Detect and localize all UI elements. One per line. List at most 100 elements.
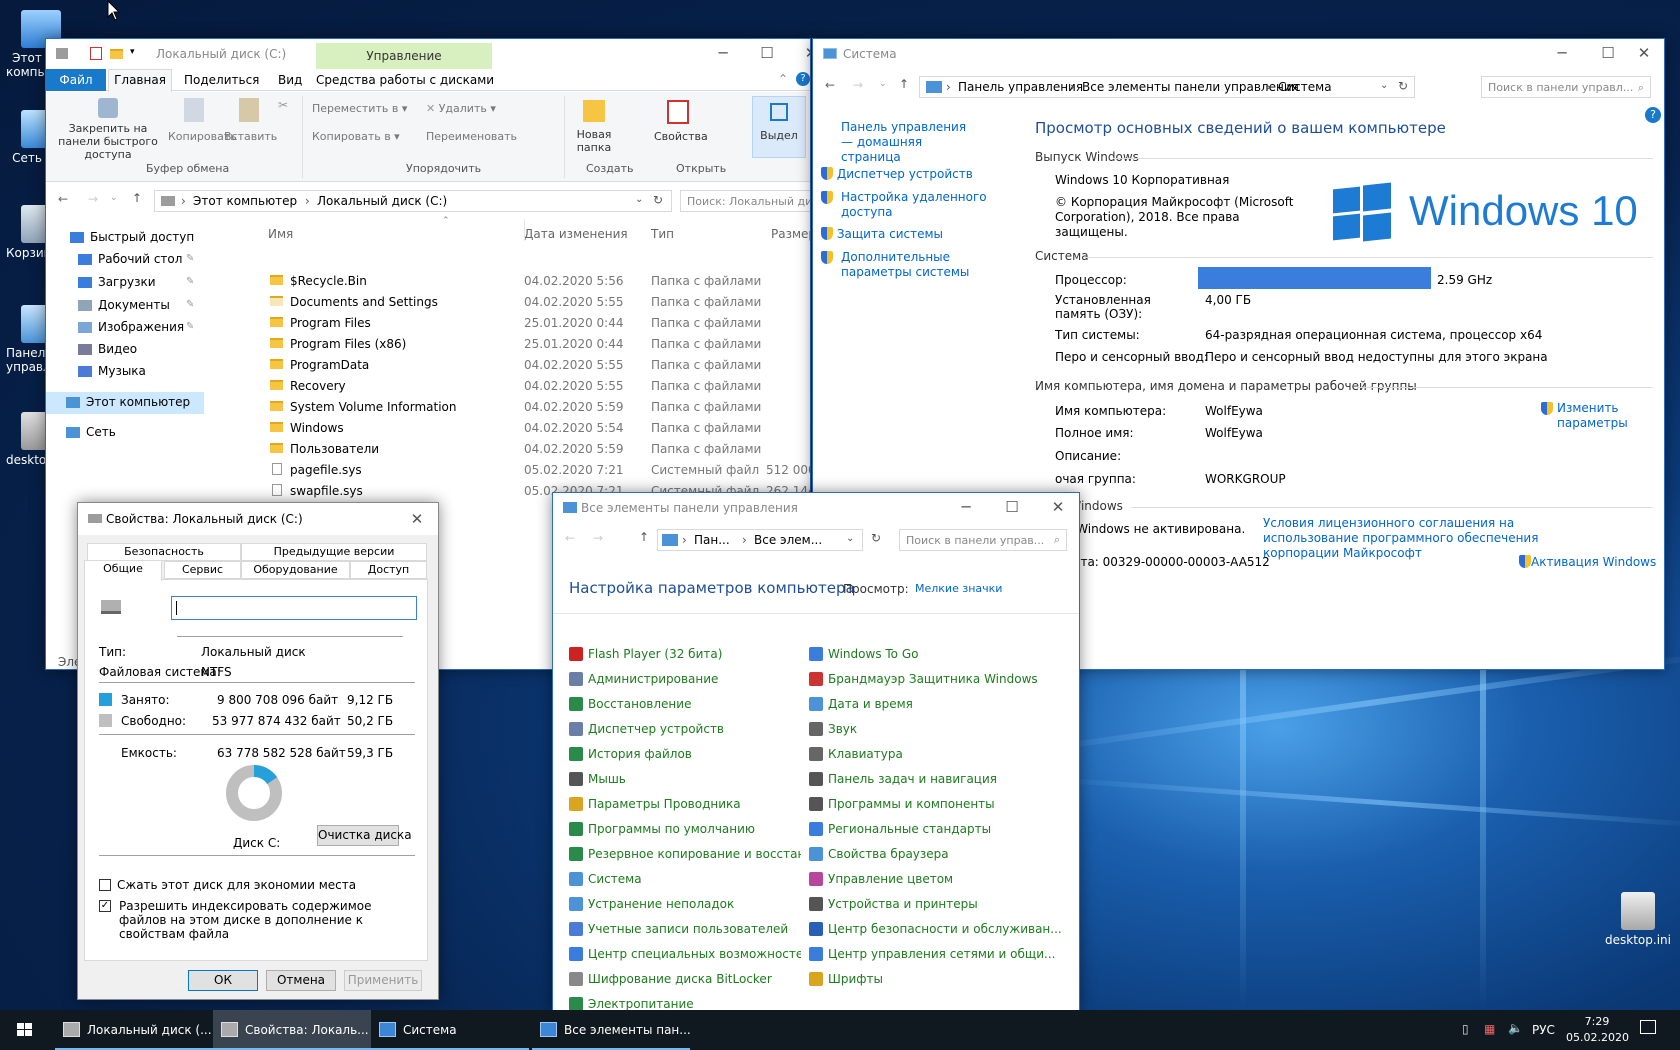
copy-button[interactable]: Копировать bbox=[168, 98, 237, 143]
breadcrumb-drive-c[interactable]: Локальный диск (C:) bbox=[317, 194, 447, 208]
back-icon[interactable]: ← bbox=[825, 78, 835, 92]
compress-checkbox[interactable] bbox=[99, 879, 111, 891]
volume-icon[interactable]: 🔈 bbox=[1508, 1021, 1523, 1035]
taskbar-item-properties[interactable]: Свойства: Локаль... bbox=[213, 1010, 371, 1050]
recent-chevron-icon[interactable]: ⌄ bbox=[879, 79, 887, 89]
tab-drive-tools[interactable]: Средства работы с дисками bbox=[316, 73, 494, 87]
tab-tools[interactable]: Сервис bbox=[164, 561, 241, 579]
properties-icon[interactable] bbox=[90, 47, 102, 60]
move-to-button[interactable]: Переместить в ▾ bbox=[312, 102, 407, 115]
file-row[interactable]: Пользователи 04.02.2020 5:59 Папка с файла… bbox=[206, 439, 806, 459]
control-panel-item[interactable]: Flash Player (32 бита) bbox=[569, 647, 801, 672]
index-checkbox[interactable]: ✓ bbox=[99, 900, 111, 912]
left-link-advanced[interactable]: Дополнительные параметры системы bbox=[821, 250, 1011, 287]
control-panel-item[interactable]: Администрирование bbox=[569, 672, 801, 697]
control-panel-item[interactable]: Windows To Go bbox=[809, 647, 1071, 672]
search-input[interactable]: Поиск в панели управл... ⌕ bbox=[1481, 76, 1651, 98]
file-row[interactable]: Documents and Settings 04.02.2020 5:55 Пап… bbox=[206, 292, 806, 312]
maximize-button[interactable]: ☐ bbox=[989, 493, 1035, 523]
refresh-icon[interactable]: ↻ bbox=[653, 193, 663, 207]
control-panel-item[interactable]: Звук bbox=[809, 722, 1071, 747]
column-header-name[interactable]: Имя bbox=[268, 227, 468, 241]
nav-item[interactable]: Быстрый доступ bbox=[46, 227, 204, 249]
control-panel-item[interactable]: Электропитание bbox=[569, 997, 801, 1010]
file-row[interactable]: Recovery 04.02.2020 5:55 Папка с файлами bbox=[206, 376, 806, 396]
cancel-button[interactable]: Отмена bbox=[266, 970, 336, 991]
forward-icon[interactable]: → bbox=[593, 531, 603, 545]
control-panel-item[interactable]: Свойства браузера bbox=[809, 847, 1071, 872]
chevron-down-icon[interactable]: ▾ bbox=[130, 47, 135, 57]
taskbar-item-control-panel[interactable]: Все элементы пан... bbox=[532, 1010, 691, 1050]
cut-icon[interactable]: ✂ bbox=[278, 98, 288, 112]
control-panel-item[interactable]: Центр безопасности и обслуживан... bbox=[809, 922, 1071, 947]
column-header-date[interactable]: Дата изменения bbox=[524, 227, 628, 241]
control-panel-item[interactable]: Шрифты bbox=[809, 972, 1071, 997]
new-folder-button[interactable]: Новая папка bbox=[572, 98, 616, 154]
control-panel-item[interactable]: Программы и компоненты bbox=[809, 797, 1071, 822]
tab-home[interactable]: Главная bbox=[108, 69, 172, 92]
control-panel-item[interactable]: Панель задач и навигация bbox=[809, 772, 1071, 797]
file-row[interactable]: Windows 04.02.2020 5:54 Папка с файлами bbox=[206, 418, 806, 438]
tab-sharing[interactable]: Доступ bbox=[350, 561, 427, 579]
maximize-button[interactable]: ☐ bbox=[744, 39, 790, 69]
file-row[interactable]: System Volume Information 04.02.2020 5:59… bbox=[206, 397, 806, 417]
column-header-size[interactable]: Размер bbox=[771, 227, 810, 241]
left-link-protection[interactable]: Защита системы bbox=[821, 227, 1011, 250]
control-panel-item[interactable]: Брандмауэр Защитника Windows bbox=[809, 672, 1071, 697]
notifications-icon[interactable] bbox=[1640, 1020, 1656, 1034]
new-folder-quick-icon[interactable] bbox=[110, 47, 128, 61]
left-link-remote[interactable]: Настройка удаленного доступа bbox=[821, 190, 1011, 227]
left-link-device-manager[interactable]: Диспетчер устройств bbox=[821, 167, 1011, 190]
taskbar-item-system[interactable]: Система bbox=[371, 1010, 529, 1050]
minimize-button[interactable]: ─ bbox=[1539, 39, 1585, 69]
copy-to-button[interactable]: Копировать в ▾ bbox=[312, 130, 400, 143]
close-button[interactable]: ✕ bbox=[1621, 39, 1664, 69]
control-panel-item[interactable]: Шифрование диска BitLocker bbox=[569, 972, 801, 997]
control-panel-item[interactable]: Диспетчер устройств bbox=[569, 722, 801, 747]
nav-item[interactable]: Видео bbox=[46, 339, 204, 361]
control-panel-item[interactable]: Устранение неполадок bbox=[569, 897, 801, 922]
back-icon[interactable]: ← bbox=[565, 531, 575, 545]
compress-checkbox-row[interactable]: Сжать этот диск для экономии места bbox=[99, 878, 356, 892]
nav-item[interactable]: Загрузки ✎ bbox=[46, 272, 204, 294]
address-bar[interactable]: › Пан... › Все элем... ⌄ bbox=[657, 529, 863, 551]
apply-button[interactable]: Применить bbox=[344, 970, 422, 991]
file-row[interactable]: $Recycle.Bin 04.02.2020 5:56 Папка с файла… bbox=[206, 271, 806, 291]
clock[interactable]: 7:29 05.02.2020 bbox=[1566, 1014, 1629, 1046]
breadcrumb-control-panel[interactable]: Пан... bbox=[694, 533, 730, 547]
tab-view[interactable]: Вид bbox=[278, 73, 302, 87]
nav-item[interactable]: Документы ✎ bbox=[46, 295, 204, 317]
file-row[interactable]: Program Files 25.01.2020 0:44 Папка с файл… bbox=[206, 313, 806, 333]
control-panel-item[interactable]: Учетные записи пользователей bbox=[569, 922, 801, 947]
pin-quick-access-button[interactable]: Закрепить на панели быстрого доступа bbox=[56, 94, 160, 161]
address-bar[interactable]: › Панель управления › Все элементы панел… bbox=[919, 76, 1415, 98]
close-button[interactable]: ✕ bbox=[394, 505, 438, 535]
nav-item[interactable]: Этот компьютер bbox=[46, 392, 204, 414]
breadcrumb-system[interactable]: Система bbox=[1278, 80, 1332, 94]
tab-security[interactable]: Безопасность bbox=[87, 543, 241, 561]
file-row[interactable]: Program Files (x86) 25.01.2020 0:44 Папка … bbox=[206, 334, 806, 354]
disk-cleanup-button[interactable]: Очистка диска bbox=[317, 825, 412, 846]
minimize-button[interactable]: ─ bbox=[943, 493, 989, 523]
up-icon[interactable]: ↑ bbox=[639, 530, 649, 544]
address-dropdown-icon[interactable]: ⌄ bbox=[846, 533, 854, 544]
control-panel-item[interactable]: Центр специальных возможностей bbox=[569, 947, 801, 972]
forward-icon[interactable]: → bbox=[88, 192, 98, 206]
tab-previous-versions[interactable]: Предыдущие версии bbox=[241, 543, 427, 561]
refresh-icon[interactable]: ↻ bbox=[871, 531, 881, 545]
control-panel-item[interactable]: Параметры Проводника bbox=[569, 797, 801, 822]
network-disconnected-icon[interactable]: ▦ bbox=[1484, 1022, 1495, 1036]
control-panel-item[interactable]: Центр управления сетями и общи... bbox=[809, 947, 1071, 972]
usb-icon[interactable]: ▯ bbox=[1462, 1022, 1469, 1036]
delete-button[interactable]: ✕ Удалить ▾ bbox=[426, 102, 496, 115]
up-icon[interactable]: ↑ bbox=[899, 77, 909, 91]
tab-general[interactable]: Общие bbox=[84, 560, 162, 581]
up-icon[interactable]: ↑ bbox=[132, 191, 142, 205]
tab-file[interactable]: Файл bbox=[46, 69, 106, 91]
select-button[interactable]: Выдел bbox=[752, 96, 806, 158]
file-row[interactable]: ProgramData 04.02.2020 5:55 Папка с файлам… bbox=[206, 355, 806, 375]
nav-item[interactable]: Рабочий стол ✎ bbox=[46, 249, 204, 271]
language-indicator[interactable]: РУС bbox=[1532, 1023, 1555, 1037]
volume-label-input[interactable] bbox=[171, 596, 417, 620]
paste-button[interactable]: Вставить bbox=[224, 98, 277, 143]
